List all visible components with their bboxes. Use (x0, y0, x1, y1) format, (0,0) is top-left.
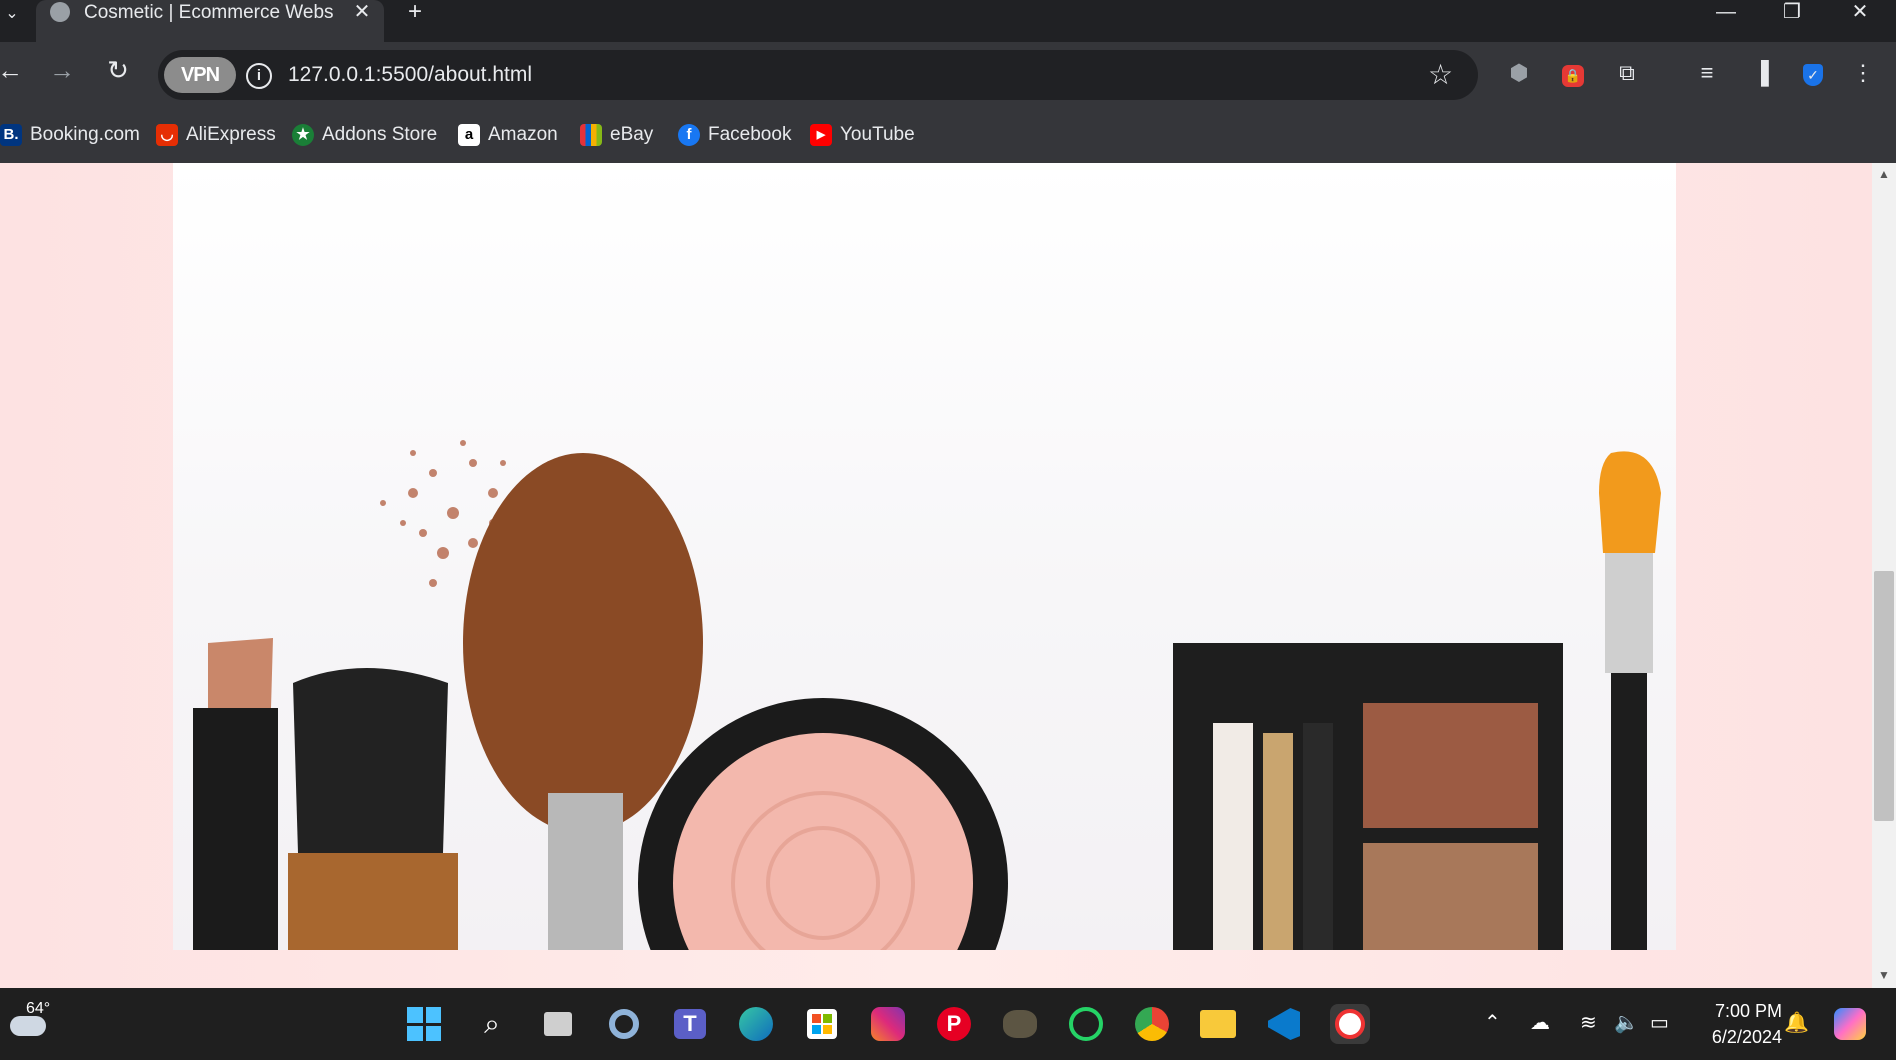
close-window-button[interactable]: ✕ (1830, 0, 1890, 26)
new-tab-button[interactable]: + (402, 0, 428, 26)
makeup-products-illustration (193, 440, 1661, 950)
shield-check-extension-icon[interactable]: ⬢ (1504, 58, 1534, 88)
aliexpress-icon: ◡ (156, 124, 178, 146)
search-icon[interactable]: ⌕ (472, 1004, 512, 1044)
adblock-extension-icon[interactable]: 🔒 (1558, 58, 1588, 88)
bookmark-label: Booking.com (30, 124, 140, 145)
clock-time: 7:00 PM (1714, 1001, 1782, 1021)
tab-strip: ⌄ Cosmetic | Ecommerce Website ✕ + — ❐ ✕ (0, 0, 1896, 42)
page-scrollbar[interactable]: ▲ ▼ (1872, 163, 1896, 988)
globe-icon (50, 2, 70, 22)
bookmark-label: Facebook (708, 124, 792, 145)
bookmark-label: AliExpress (186, 124, 276, 145)
foundation-brush (1599, 451, 1661, 950)
bookmark-ebay[interactable]: ▦ eBay (580, 121, 653, 149)
bookmark-addons-store[interactable]: ★ Addons Store (292, 121, 437, 149)
edge-icon[interactable] (736, 1004, 776, 1044)
cosmetics-hero-image (173, 163, 1676, 950)
copilot-icon[interactable] (1830, 1004, 1870, 1044)
bookmark-youtube[interactable]: ▶ YouTube (810, 121, 915, 149)
booking-icon: B. (0, 124, 22, 146)
bookmark-star-icon[interactable]: ☆ (1428, 60, 1453, 90)
weather-temp: 64° (26, 1000, 51, 1017)
bookmark-label: Addons Store (322, 124, 438, 145)
restore-button[interactable]: ❐ (1762, 0, 1822, 26)
scroll-down-arrow-icon[interactable]: ▼ (1878, 968, 1890, 982)
notification-bell-icon[interactable]: 🔔 (1784, 1010, 1809, 1035)
task-view-icon[interactable] (538, 1004, 578, 1044)
bookmark-booking[interactable]: B. Booking.com (0, 121, 140, 149)
facebook-icon: f (678, 124, 700, 146)
bookmarks-bar: B. Booking.com ◡ AliExpress ★ Addons Sto… (0, 108, 1896, 163)
volume-icon[interactable]: 🔈 (1614, 1010, 1639, 1035)
windows-start-icon[interactable] (404, 1004, 444, 1044)
minimize-button[interactable]: — (1696, 0, 1756, 26)
onedrive-cloud-icon[interactable]: ☁ (1530, 1010, 1550, 1035)
tab-title: Cosmetic | Ecommerce Website (84, 2, 334, 23)
pinterest-icon[interactable]: P (934, 1004, 974, 1044)
blush-compact (638, 698, 1008, 950)
file-explorer-icon[interactable] (1198, 1004, 1238, 1044)
vpn-badge[interactable]: VPN (164, 57, 236, 93)
bookmark-aliexpress[interactable]: ◡ AliExpress (156, 121, 276, 149)
vscode-icon[interactable] (1264, 1004, 1304, 1044)
chrome-icon[interactable] (1132, 1004, 1172, 1044)
site-info-icon[interactable]: i (246, 63, 272, 89)
address-bar[interactable]: VPN i 127.0.0.1:5500/about.html ☆ (158, 50, 1478, 100)
whatsapp-icon[interactable] (1066, 1004, 1106, 1044)
gimp-icon[interactable] (1000, 1004, 1040, 1044)
bookmark-label: eBay (610, 124, 654, 145)
eyeshadow-palette (1173, 643, 1563, 950)
bitwarden-extension-icon[interactable]: ✓ (1798, 58, 1828, 88)
forward-button[interactable]: → (48, 56, 76, 84)
scroll-thumb[interactable] (1874, 571, 1894, 821)
ebay-icon: ▦ (580, 124, 602, 146)
battery-icon[interactable]: ▭ (1650, 1010, 1669, 1035)
instagram-icon[interactable] (868, 1004, 908, 1044)
weather-widget[interactable]: 64° (10, 1000, 54, 1042)
bookmark-label: YouTube (840, 124, 915, 145)
addons-store-icon: ★ (292, 124, 314, 146)
tab-search-chevron-icon[interactable]: ⌄ (0, 2, 24, 26)
media-control-icon[interactable]: ≡ (1692, 58, 1722, 88)
show-hidden-icons-chevron-icon[interactable]: ⌃ (1484, 1010, 1501, 1035)
amazon-icon: a (458, 124, 480, 146)
clock-date: 6/2/2024 (1711, 1027, 1782, 1047)
close-tab-icon[interactable]: ✕ (350, 0, 374, 24)
wifi-icon[interactable]: ≋ (1580, 1010, 1597, 1035)
bookmark-amazon[interactable]: a Amazon (458, 121, 558, 149)
windows-taskbar: 64° ⌕ T P ⌃ ☁ ≋ 🔈 ▭ 7:00 PM 6/2/2024 🔔 (0, 988, 1896, 1060)
scroll-up-arrow-icon[interactable]: ▲ (1878, 167, 1890, 181)
black-brush (288, 668, 458, 950)
bookmark-label: Amazon (488, 124, 558, 145)
menu-icon[interactable]: ⋮ (1848, 58, 1878, 88)
brave-vpn-icon[interactable] (1330, 1004, 1370, 1044)
cloud-icon (10, 1016, 46, 1036)
side-panel-icon[interactable]: ▐ (1746, 58, 1776, 88)
url-text[interactable]: 127.0.0.1:5500/about.html (288, 50, 532, 100)
lipstick (193, 638, 278, 950)
puzzle-extension-icon[interactable]: ⧉ (1612, 58, 1642, 88)
settings-gear-icon[interactable] (604, 1004, 644, 1044)
system-clock[interactable]: 7:00 PM 6/2/2024 (1690, 998, 1782, 1050)
youtube-icon: ▶ (810, 124, 832, 146)
teams-icon[interactable]: T (670, 1004, 710, 1044)
back-button[interactable]: ← (0, 56, 24, 84)
bookmark-facebook[interactable]: f Facebook (678, 121, 791, 149)
microsoft-store-icon[interactable] (802, 1004, 842, 1044)
reload-button[interactable]: ↻ (104, 56, 132, 84)
browser-toolbar: ← → ↻ VPN i 127.0.0.1:5500/about.html ☆ … (0, 42, 1896, 108)
active-tab[interactable]: Cosmetic | Ecommerce Website ✕ (36, 0, 384, 42)
page-viewport (0, 163, 1872, 988)
